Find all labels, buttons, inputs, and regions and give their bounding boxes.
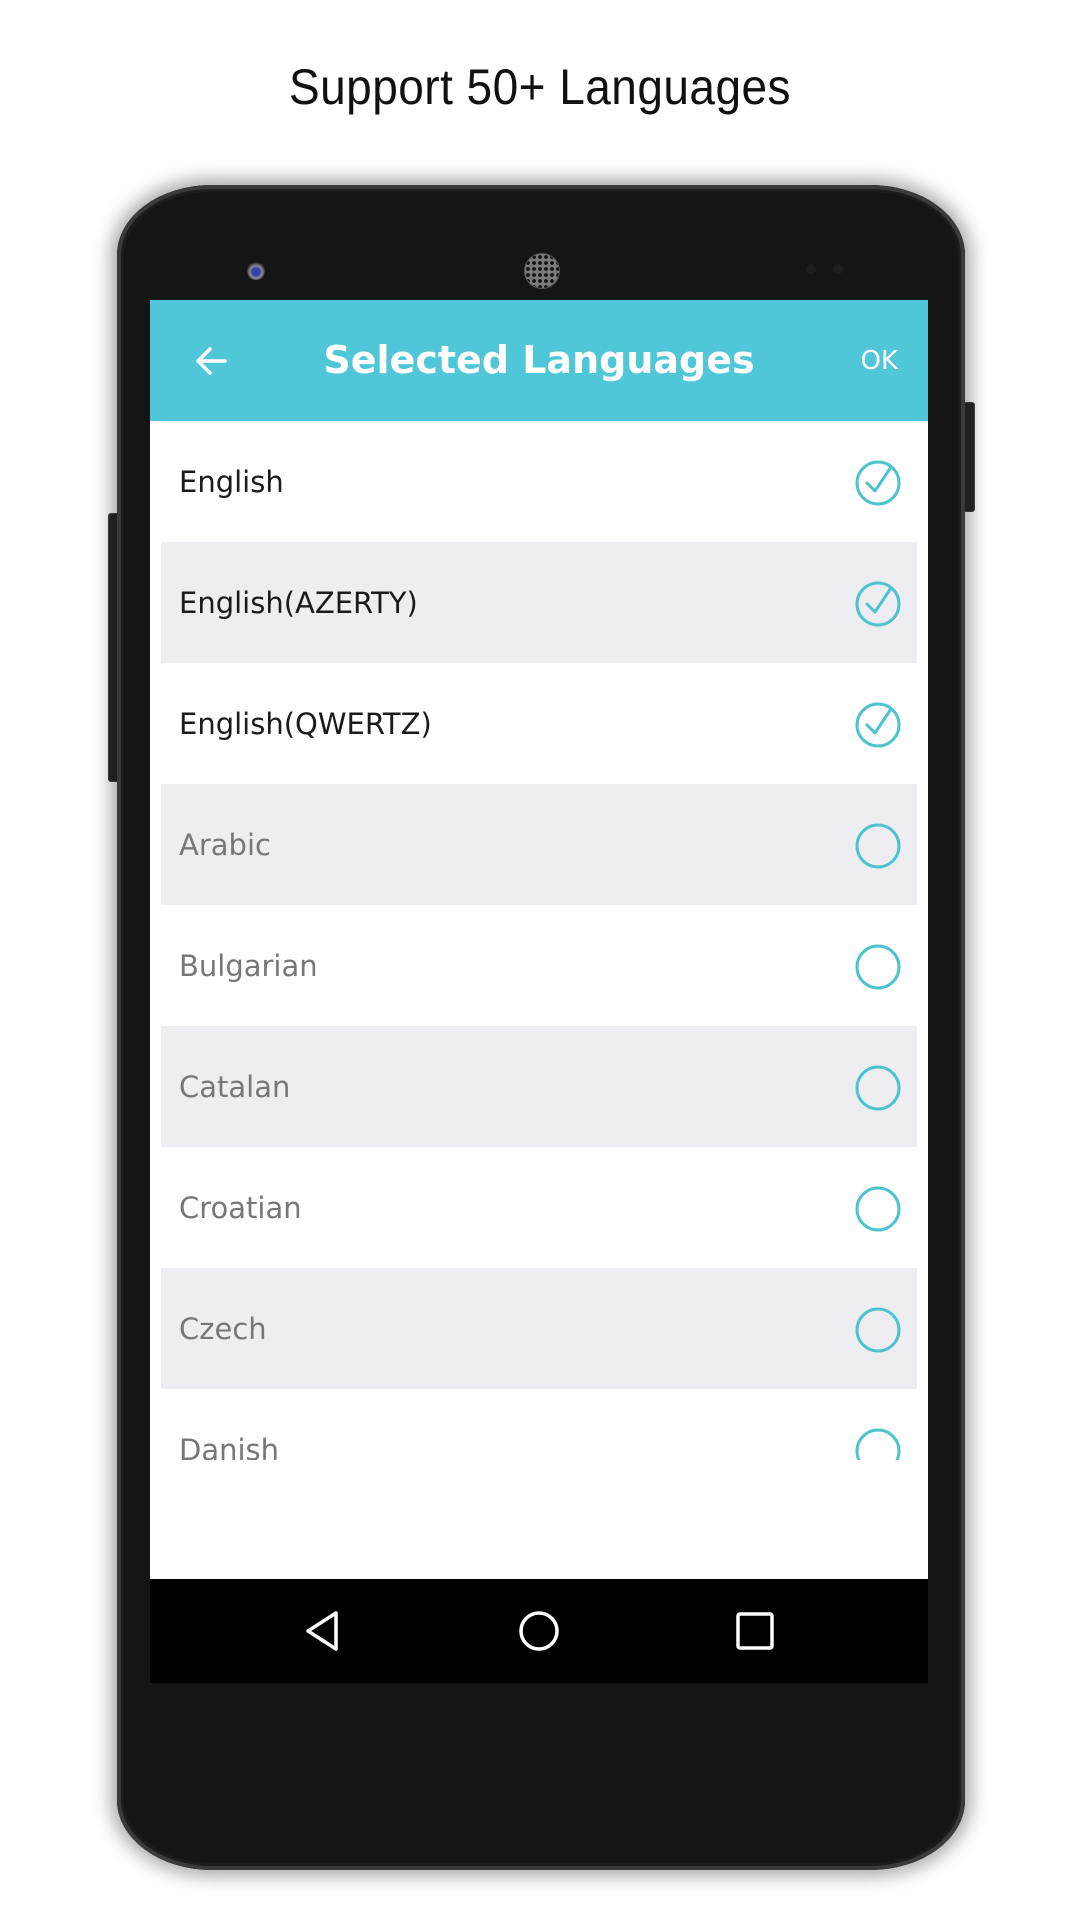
language-row[interactable]: Catalan — [161, 1026, 917, 1147]
unchecked-circle-icon[interactable] — [853, 1304, 903, 1354]
nav-recents-button[interactable] — [725, 1601, 785, 1661]
language-row[interactable]: Danish — [161, 1389, 917, 1460]
language-row[interactable]: Croatian — [161, 1147, 917, 1268]
proximity-sensor-icon — [806, 264, 816, 274]
language-row[interactable]: English — [161, 421, 917, 542]
promo-headline: Support 50+ Languages — [288, 59, 792, 115]
language-label: Danish — [179, 1432, 280, 1461]
page-title: Selected Languages — [323, 338, 755, 382]
language-row[interactable]: Arabic — [161, 784, 917, 905]
language-label: English(QWERTZ) — [179, 706, 432, 741]
unchecked-circle-icon[interactable] — [853, 1183, 903, 1233]
checked-circle-icon[interactable] — [853, 457, 903, 507]
language-label: Catalan — [179, 1069, 291, 1104]
nav-back-button[interactable] — [294, 1601, 354, 1661]
language-label: Arabic — [179, 827, 271, 862]
front-camera-icon — [247, 262, 265, 280]
phone-screen: Selected Languages OK English English(AZE… — [150, 300, 928, 1683]
language-row[interactable]: Bulgarian — [161, 905, 917, 1026]
language-list[interactable]: English English(AZERTY) English(QWERTZ) Ara… — [150, 421, 928, 1460]
back-button[interactable] — [188, 338, 234, 384]
checked-circle-icon[interactable] — [853, 578, 903, 628]
language-row[interactable]: English(AZERTY) — [161, 542, 917, 663]
nav-home-circle-icon — [519, 1611, 559, 1651]
nav-home-button[interactable] — [509, 1601, 569, 1661]
language-label: Croatian — [179, 1190, 302, 1225]
ok-button[interactable]: OK — [860, 338, 898, 384]
app-bar: Selected Languages OK — [150, 300, 928, 421]
language-row[interactable]: English(QWERTZ) — [161, 663, 917, 784]
arrow-left-icon — [196, 347, 227, 375]
light-sensor-icon — [833, 264, 843, 274]
language-label: English — [179, 464, 284, 499]
language-label: English(AZERTY) — [179, 585, 418, 620]
checked-circle-icon[interactable] — [853, 699, 903, 749]
nav-recents-square-icon — [736, 1612, 774, 1650]
language-label: Czech — [179, 1311, 267, 1346]
unchecked-circle-icon[interactable] — [853, 941, 903, 991]
unchecked-circle-icon[interactable] — [853, 1425, 903, 1461]
earpiece-speaker-icon — [524, 253, 560, 289]
language-row[interactable]: Czech — [161, 1268, 917, 1389]
language-label: Bulgarian — [179, 948, 318, 983]
unchecked-circle-icon[interactable] — [853, 820, 903, 870]
unchecked-circle-icon[interactable] — [853, 1062, 903, 1112]
nav-back-triangle-icon — [306, 1611, 338, 1651]
system-nav-bar — [150, 1579, 928, 1683]
